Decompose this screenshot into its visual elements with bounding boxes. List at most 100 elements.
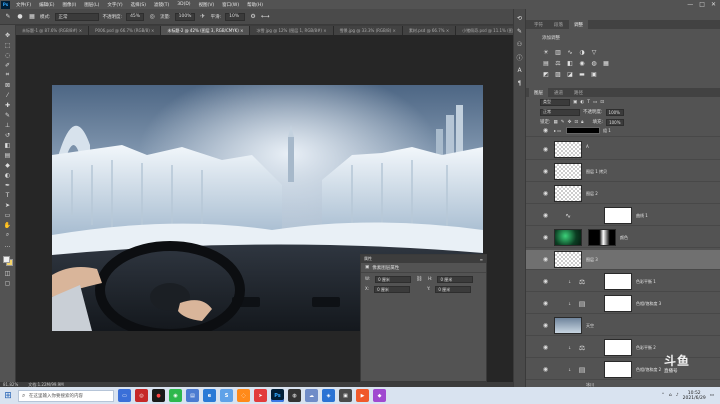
frame-tool-icon[interactable]: ⊠ — [3, 81, 13, 89]
layer-row[interactable]: ◉ ∿ 曲线 1 — [526, 206, 720, 226]
network-icon[interactable]: ⌂ — [669, 393, 672, 398]
tab-doc-1[interactable]: 未标题-1 @ 87.6% (RGB/8#) × — [16, 26, 90, 35]
x-field[interactable]: 0 厘米 — [374, 286, 411, 293]
layer-row[interactable]: ◉ ↓ ⚖ 色彩平衡 1 — [526, 272, 720, 292]
filter-pixel-icon[interactable]: ▣ — [573, 100, 577, 105]
foreground-color-swatch[interactable] — [2, 256, 10, 263]
dodge-tool-icon[interactable]: ◐ — [3, 171, 13, 179]
crop-tool-icon[interactable]: ⌗ — [3, 71, 13, 79]
visibility-eye-icon[interactable]: ◉ — [542, 234, 549, 241]
layer-row[interactable]: ◉ 颜色 — [526, 228, 720, 248]
layer-opacity-field[interactable]: 100% — [605, 108, 624, 116]
smooth-field[interactable]: 10% — [225, 12, 246, 21]
hand-tool-icon[interactable]: ✋ — [3, 221, 13, 229]
edge-browser-icon[interactable]: e — [203, 389, 216, 402]
tab-adjustments[interactable]: 调整 — [569, 20, 588, 29]
quick-mask-icon[interactable]: ◫ — [3, 269, 13, 277]
system-clock[interactable]: 10:52 2021/6/29 — [683, 391, 706, 401]
layer-row[interactable]: ◉ 图层 1 拷贝 — [526, 162, 720, 182]
menu-window[interactable]: 窗口(W) — [218, 2, 243, 8]
more-tools-icon[interactable]: … — [3, 241, 13, 249]
clone-source-panel-icon[interactable]: ⚇ — [516, 41, 524, 48]
lock-pixels-icon[interactable]: ▦ — [554, 120, 558, 125]
character-panel-icon[interactable]: A — [516, 67, 524, 74]
brush-tool-active-icon[interactable]: ✎ — [3, 111, 13, 119]
app-purple-icon[interactable]: ◆ — [373, 389, 386, 402]
brightness-icon[interactable]: ☀ — [542, 49, 550, 56]
info-panel-icon[interactable]: ⓘ — [516, 54, 524, 62]
app-grey-icon[interactable]: ▣ — [339, 389, 352, 402]
tab-doc-4[interactable]: 冰雪 jpg @ 12% (图层 1, RGB/8#) × — [250, 26, 334, 35]
tab-layers[interactable]: 图层 — [529, 88, 548, 97]
quick-select-tool-icon[interactable]: ✐ — [3, 61, 13, 69]
vibrance-icon[interactable]: ▽ — [590, 49, 598, 56]
properties-menu-icon[interactable]: ≡ — [480, 257, 483, 262]
brush-preset-icon[interactable]: ● — [16, 13, 24, 21]
visibility-eye-icon[interactable]: ◉ — [542, 300, 549, 307]
app-arrow-icon[interactable]: ➤ — [254, 389, 267, 402]
menu-3d[interactable]: 3D(D) — [173, 2, 194, 7]
tab-paths[interactable]: 路径 — [569, 88, 588, 97]
layer-row[interactable]: ◉ A — [526, 140, 720, 160]
taskbar-search-box[interactable]: 在这里输入你要搜索的内容 — [18, 389, 114, 402]
lock-brush-icon[interactable]: ✎ — [561, 120, 565, 125]
minimize-button[interactable]: — — [687, 1, 693, 8]
layer-filter-select[interactable]: 类型 — [540, 98, 570, 106]
photoshop-taskbar-icon[interactable]: Ps — [271, 389, 284, 402]
exposure-icon[interactable]: ◑ — [578, 49, 586, 56]
hue-saturation-icon[interactable]: ▤ — [542, 60, 550, 67]
tab-paragraph[interactable]: 段落 — [549, 20, 568, 29]
filter-smart-icon[interactable]: ⊡ — [600, 100, 604, 105]
gradient-tool-icon[interactable]: ▤ — [3, 151, 13, 159]
shape-tool-icon[interactable]: ▭ — [3, 211, 13, 219]
layer-row[interactable]: ◉ 图层 2 — [526, 184, 720, 204]
layer-row[interactable]: ◉ ▸ ▭ 组 1 — [526, 125, 720, 137]
tab-doc-5[interactable]: 雪景.jpg @ 33.3% (RGB/8) × — [333, 26, 403, 35]
app-orange-icon[interactable]: ▶ — [356, 389, 369, 402]
visibility-eye-icon[interactable]: ◉ — [542, 278, 549, 285]
tab-character[interactable]: 字符 — [529, 20, 548, 29]
eraser-tool-icon[interactable]: ◧ — [3, 141, 13, 149]
visibility-eye-icon[interactable]: ◉ — [542, 344, 549, 351]
curves-icon[interactable]: ∿ — [566, 49, 574, 56]
app-cloud-icon[interactable]: ☁ — [305, 389, 318, 402]
history-panel-icon[interactable]: ⟲ — [516, 15, 524, 22]
visibility-eye-icon[interactable]: ◉ — [542, 322, 549, 329]
layer-row[interactable]: ◉ 天空 — [526, 316, 720, 336]
tab-doc-7[interactable]: 小猪佩奇.psd @ 11.1% (图层 × — [456, 26, 513, 35]
tab-channels[interactable]: 通道 — [549, 88, 568, 97]
menu-select[interactable]: 选择(S) — [127, 2, 150, 8]
wechat-icon[interactable]: ◉ — [169, 389, 182, 402]
symmetry-icon[interactable]: ⟷ — [261, 13, 270, 21]
visibility-eye-icon[interactable]: ◉ — [542, 146, 549, 153]
filter-adjust-icon[interactable]: ◐ — [580, 100, 584, 105]
visibility-eye-icon[interactable]: ◉ — [542, 127, 549, 134]
menu-filter[interactable]: 滤镜(T) — [150, 2, 173, 8]
pen-tool-icon[interactable]: ✒ — [3, 181, 13, 189]
path-select-tool-icon[interactable]: ➤ — [3, 201, 13, 209]
airbrush-icon[interactable]: ✈ — [199, 13, 207, 21]
menu-layer[interactable]: 图层(L) — [80, 2, 103, 8]
opacity-field[interactable]: 45% — [126, 12, 145, 21]
levels-icon[interactable]: ▥ — [554, 49, 562, 56]
flow-field[interactable]: 100% — [174, 12, 195, 21]
posterize-icon[interactable]: ▨ — [554, 71, 562, 78]
gradient-map-icon[interactable]: ▬ — [578, 71, 586, 78]
stamp-tool-icon[interactable]: ⊥ — [3, 121, 13, 129]
filter-shape-icon[interactable]: ▭ — [593, 100, 597, 105]
width-field[interactable]: 0 厘米 — [375, 276, 412, 283]
layer-row[interactable]: ◉ ↓ ▤ 色相/饱和度 3 — [526, 294, 720, 314]
visibility-eye-icon[interactable]: ◉ — [542, 190, 549, 197]
menu-help[interactable]: 帮助(H) — [243, 2, 267, 8]
netease-music-icon[interactable]: ◎ — [135, 389, 148, 402]
visibility-eye-icon[interactable]: ◉ — [542, 212, 549, 219]
lasso-tool-icon[interactable]: ◌ — [3, 51, 13, 59]
pressure-opacity-icon[interactable]: ◎ — [148, 13, 156, 21]
healing-tool-icon[interactable]: ✚ — [3, 101, 13, 109]
paragraph-panel-icon[interactable]: ¶ — [516, 80, 524, 87]
y-field[interactable]: 0 厘米 — [435, 286, 472, 293]
tab-doc-3[interactable]: 未标题-2 @ 42% (图层 3, RGB/CMYK) × — [161, 26, 251, 35]
windows-start-icon[interactable]: ⊞ — [2, 390, 14, 402]
threshold-icon[interactable]: ◪ — [566, 71, 574, 78]
menu-edit[interactable]: 编辑(E) — [35, 2, 58, 8]
